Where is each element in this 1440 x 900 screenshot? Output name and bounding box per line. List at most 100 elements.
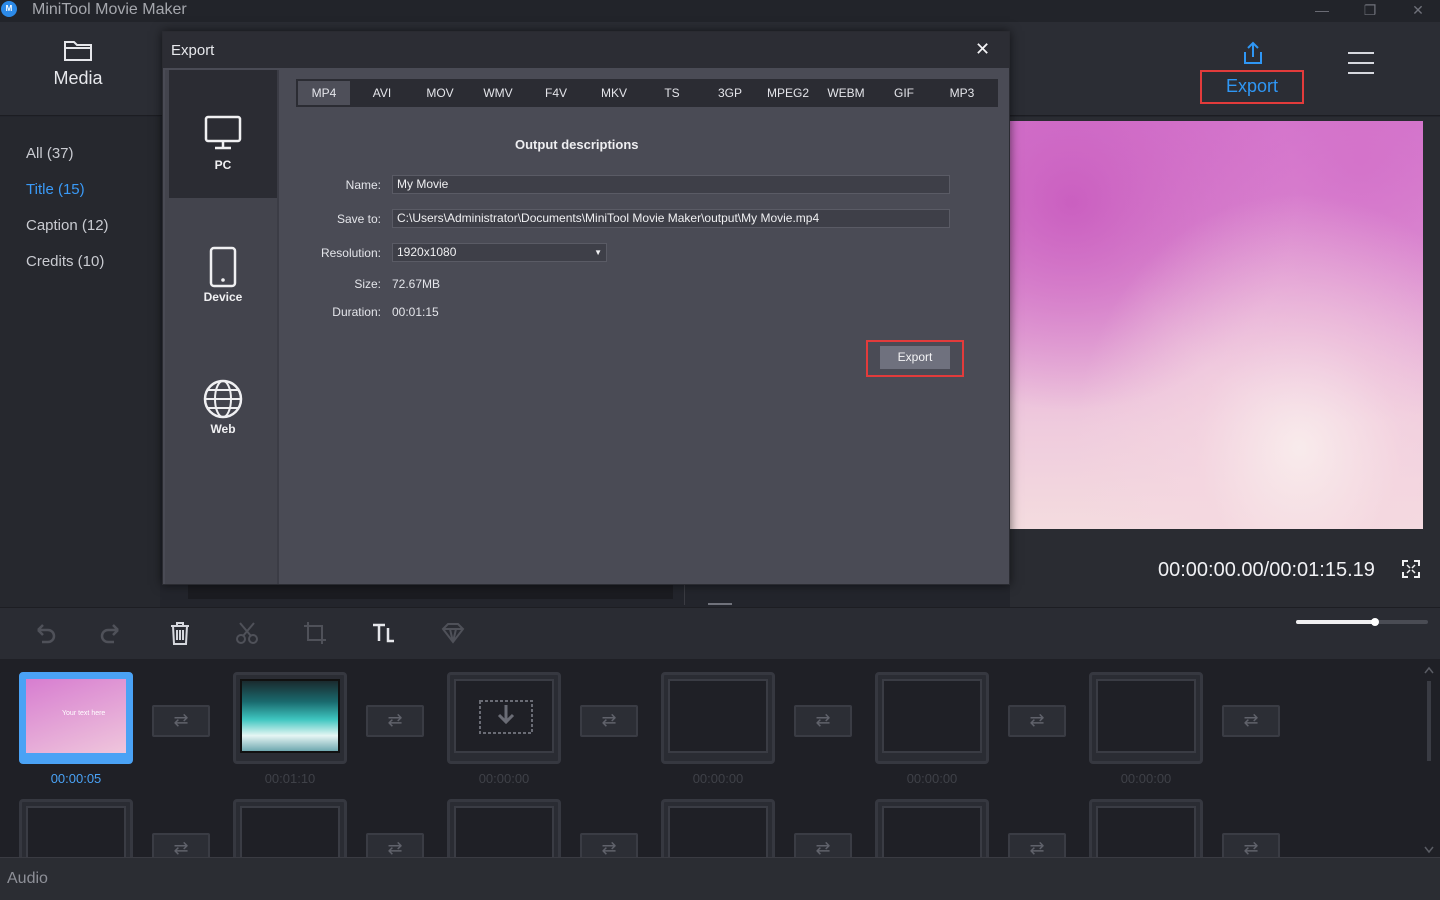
split-handle[interactable]: [708, 603, 732, 605]
format-tab-mp3[interactable]: MP3: [936, 81, 988, 105]
library-item-caption[interactable]: Caption (12): [26, 217, 109, 234]
dialog-close-icon[interactable]: ✕: [975, 39, 990, 60]
library-item-title[interactable]: Title (15): [26, 181, 85, 198]
diamond-icon[interactable]: [440, 620, 466, 646]
timeline-clip[interactable]: [875, 799, 989, 857]
globe-icon: [203, 379, 243, 419]
target-device-label: Device: [203, 290, 243, 304]
transition-slot[interactable]: ⇄: [580, 833, 638, 857]
trash-icon[interactable]: [167, 620, 193, 646]
clip-thumbnail: [26, 806, 126, 857]
upload-icon: [1244, 41, 1262, 64]
timeline-clip[interactable]: Your text here: [19, 672, 133, 764]
transition-slot[interactable]: ⇄: [1222, 833, 1280, 857]
app-title: MiniTool Movie Maker: [32, 1, 187, 18]
clip-duration: 00:00:00: [1120, 771, 1172, 786]
resolution-select[interactable]: 1920x1080 ▼: [392, 243, 607, 262]
hamburger-menu-icon[interactable]: [1348, 52, 1374, 76]
panel-divider: [684, 585, 685, 605]
target-pc-label: PC: [214, 158, 232, 172]
transition-slot[interactable]: ⇄: [366, 833, 424, 857]
monitor-icon: [204, 115, 242, 150]
timeline-clip[interactable]: [19, 799, 133, 857]
timeline-clip[interactable]: [875, 672, 989, 764]
dropdown-arrow-icon: ▼: [594, 248, 602, 257]
library-item-all[interactable]: All (37): [26, 145, 74, 162]
title-bar: M MiniTool Movie Maker — ❐ ✕: [0, 0, 1440, 22]
timeline: Your text here 00:00:05 ⇄ ⇄ 00:01:10 ⇄ ⇄ 00:00:…: [0, 659, 1440, 857]
timeline-clip[interactable]: [447, 799, 561, 857]
media-tab-label: Media: [53, 68, 103, 88]
transition-slot[interactable]: ⇄: [366, 705, 424, 737]
format-tab-gif[interactable]: GIF: [878, 81, 930, 105]
clip-duration: 00:00:00: [906, 771, 958, 786]
zoom-slider[interactable]: [1296, 618, 1428, 626]
name-input[interactable]: My Movie: [392, 175, 950, 194]
timeline-clip[interactable]: [233, 799, 347, 857]
crop-icon[interactable]: [302, 620, 328, 646]
timeline-clip[interactable]: [447, 672, 561, 764]
clip-thumbnail: [882, 679, 982, 753]
format-tab-wmv[interactable]: WMV: [472, 81, 524, 105]
fullscreen-icon[interactable]: [1402, 560, 1420, 578]
clip-duration: 00:00:00: [478, 771, 530, 786]
audio-track[interactable]: Audio: [0, 857, 1440, 900]
redo-icon[interactable]: [98, 620, 124, 646]
maximize-button[interactable]: ❐: [1356, 0, 1384, 20]
clip-duration: 00:01:10: [264, 771, 316, 786]
clip-thumbnail: [668, 679, 768, 753]
timeline-clip[interactable]: [661, 672, 775, 764]
library-item-credits[interactable]: Credits (10): [26, 253, 104, 270]
minimize-button[interactable]: —: [1308, 0, 1336, 20]
export-top-button[interactable]: Export: [1200, 40, 1306, 104]
transition-slot[interactable]: ⇄: [1008, 705, 1066, 737]
resolution-label: Resolution:: [320, 246, 381, 260]
preview-panel: 00:00:00.00/00:01:15.19: [1010, 117, 1440, 607]
transition-slot[interactable]: ⇄: [794, 705, 852, 737]
format-tab-mp4[interactable]: MP4: [298, 81, 350, 105]
timeline-clip[interactable]: [1089, 799, 1203, 857]
media-tab[interactable]: Media: [28, 34, 128, 104]
timeline-clip[interactable]: [233, 672, 347, 764]
format-tab-mkv[interactable]: MKV: [588, 81, 640, 105]
export-top-label: Export: [1200, 70, 1304, 104]
clip-thumbnail: [240, 679, 340, 753]
clip-thumbnail: [1096, 679, 1196, 753]
zoom-slider-knob[interactable]: [1371, 618, 1380, 626]
close-window-button[interactable]: ✕: [1404, 0, 1432, 20]
format-tabs: MP4 AVI MOV WMV F4V MKV TS 3GP MPEG2 WEBM GIF MP3: [296, 79, 998, 107]
text-icon[interactable]: [370, 620, 396, 646]
edit-toolbar: [0, 607, 1440, 659]
player-scrub-bar: [188, 585, 673, 599]
clip-thumbnail: [240, 806, 340, 857]
format-tab-mov[interactable]: MOV: [414, 81, 466, 105]
clip-thumbnail: [882, 806, 982, 857]
timeline-clip[interactable]: [1089, 672, 1203, 764]
transition-slot[interactable]: ⇄: [152, 705, 210, 737]
export-button-highlight: Export: [866, 340, 964, 377]
undo-icon[interactable]: [32, 620, 58, 646]
format-tab-ts[interactable]: TS: [646, 81, 698, 105]
scissors-icon[interactable]: [234, 620, 260, 646]
timeline-clip[interactable]: [661, 799, 775, 857]
format-tab-webm[interactable]: WEBM: [820, 81, 872, 105]
transition-slot[interactable]: ⇄: [794, 833, 852, 857]
timeline-scrollbar[interactable]: [1423, 665, 1435, 855]
format-tab-f4v[interactable]: F4V: [530, 81, 582, 105]
format-tab-mpeg2[interactable]: MPEG2: [762, 81, 814, 105]
format-tab-avi[interactable]: AVI: [356, 81, 408, 105]
export-button[interactable]: Export: [880, 346, 950, 369]
audio-label: Audio: [7, 870, 48, 887]
transition-slot[interactable]: ⇄: [152, 833, 210, 857]
transition-slot[interactable]: ⇄: [1008, 833, 1066, 857]
clip-duration: 00:00:00: [692, 771, 744, 786]
duration-value: 00:01:15: [392, 305, 439, 319]
target-web[interactable]: Web: [169, 334, 277, 462]
library-sidebar: All (37) Title (15) Caption (12) Credits…: [0, 117, 160, 607]
transition-slot[interactable]: ⇄: [1222, 705, 1280, 737]
save-to-input[interactable]: C:\Users\Administrator\Documents\MiniToo…: [392, 209, 950, 228]
format-tab-3gp[interactable]: 3GP: [704, 81, 756, 105]
clip-thumbnail: Your text here: [26, 679, 126, 753]
output-descriptions-title: Output descriptions: [515, 137, 639, 152]
transition-slot[interactable]: ⇄: [580, 705, 638, 737]
